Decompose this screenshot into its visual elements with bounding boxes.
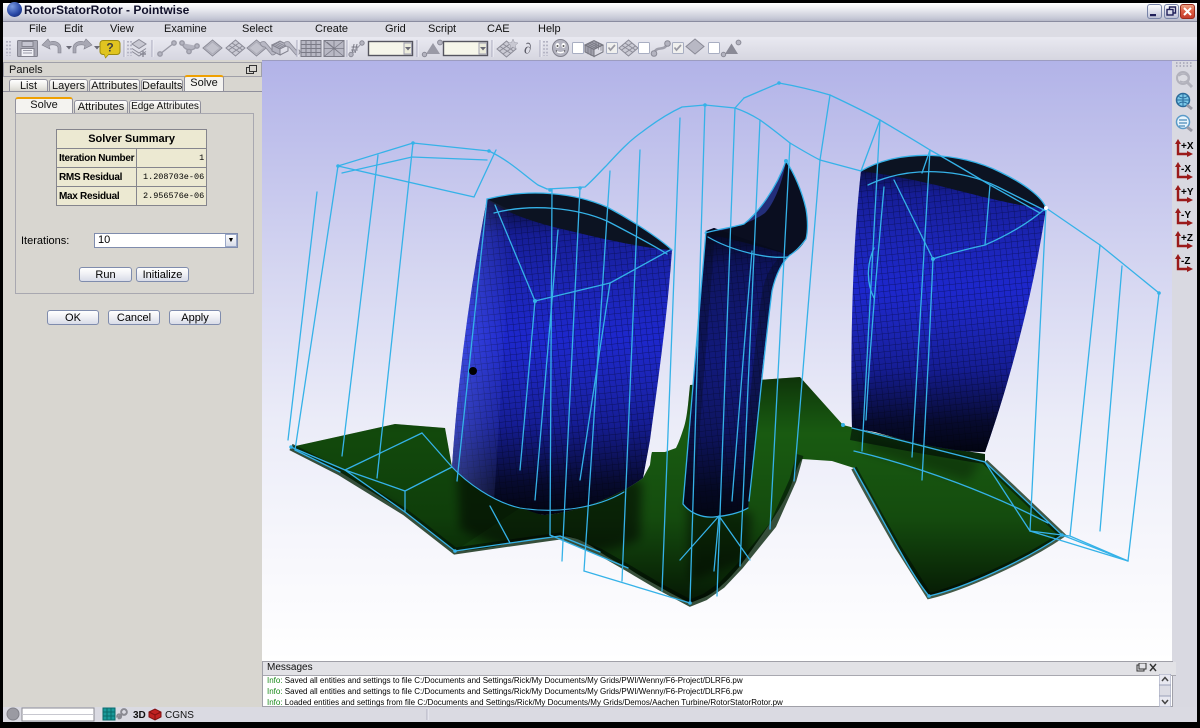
svg-text:∂: ∂ bbox=[524, 42, 531, 58]
svg-text:+X: +X bbox=[1181, 141, 1194, 152]
svg-text:-X: -X bbox=[1181, 164, 1191, 175]
svg-text:?: ? bbox=[106, 41, 113, 55]
svg-text:+Y: +Y bbox=[1181, 187, 1194, 198]
svg-text:CGNS: CGNS bbox=[165, 710, 194, 721]
svg-text:-Z: -Z bbox=[1181, 256, 1190, 267]
svg-text:-Y: -Y bbox=[1181, 210, 1191, 221]
svg-text:+Z: +Z bbox=[1181, 233, 1193, 244]
svg-text:3D: 3D bbox=[133, 710, 146, 721]
